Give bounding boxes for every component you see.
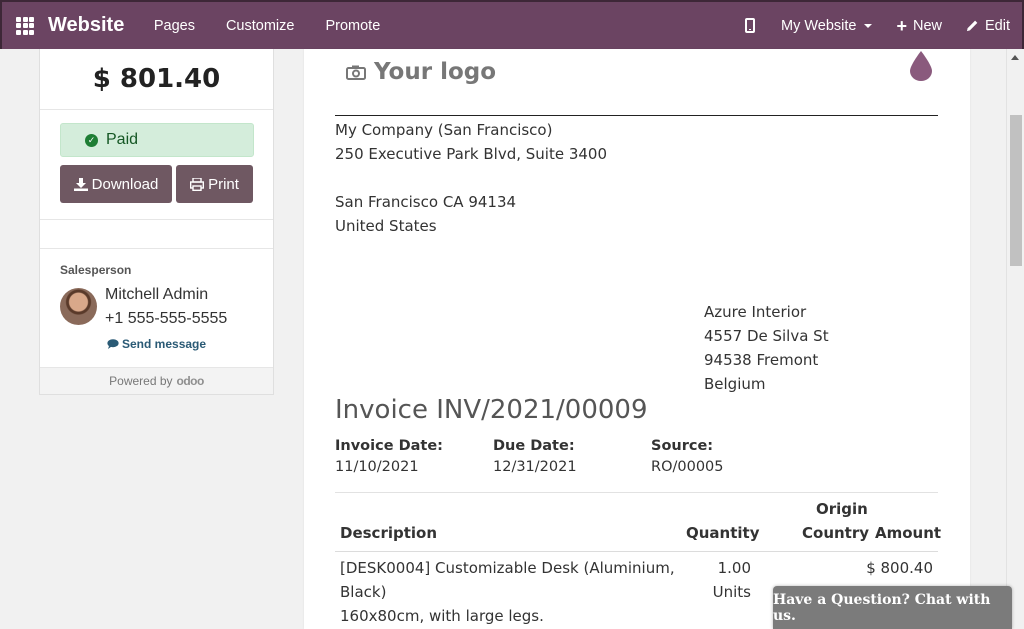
nav-customize[interactable]: Customize (210, 18, 310, 34)
line-description-note: 160x80cm, with large legs. (340, 607, 544, 625)
due-date-label: Due Date: (493, 438, 575, 454)
divider (40, 219, 273, 220)
apps-menu-icon[interactable] (16, 16, 34, 35)
company-line: My Company (San Francisco) (335, 121, 553, 139)
header-rule (335, 115, 938, 116)
due-date-value: 12/31/2021 (493, 459, 577, 475)
salesperson-heading: Salesperson (60, 263, 132, 277)
website-selector[interactable]: My Website (780, 17, 873, 34)
mobile-preview-icon[interactable] (744, 18, 755, 33)
edit-button[interactable]: Edit (966, 18, 1010, 34)
download-label: Download (91, 175, 159, 193)
comment-icon (107, 339, 119, 349)
caret-down-icon (864, 23, 873, 28)
download-button[interactable]: Download (60, 165, 172, 203)
app-brand[interactable]: Website (48, 14, 124, 37)
divider (335, 492, 938, 493)
odoo-logo[interactable]: odoo (177, 374, 205, 388)
line-unit: Units (712, 583, 751, 601)
company-line: 250 Executive Park Blvd, Suite 3400 (335, 145, 608, 163)
partner-line: 4557 De Silva St (704, 327, 829, 345)
nav-promote[interactable]: Promote (310, 18, 396, 34)
line-quantity: 1.00 Units (704, 556, 751, 604)
page-scrollbar[interactable] (1006, 49, 1024, 629)
salesperson-phone: +1 555-555-5555 (105, 310, 228, 327)
col-quantity: Quantity (686, 524, 760, 542)
company-address: My Company (San Francisco) 250 Executive… (335, 118, 607, 238)
website-editor-navbar: Website Pages Customize Promote My Websi… (0, 0, 1024, 49)
send-message-label: Send message (122, 337, 207, 351)
check-circle-icon: ✓ (85, 133, 98, 147)
print-label: Print (208, 175, 239, 193)
paid-status-badge: ✓ Paid (60, 123, 254, 157)
salesperson-avatar (60, 288, 97, 325)
print-button[interactable]: Print (176, 165, 253, 203)
customer-address: Azure Interior 4557 De Silva St 94538 Fr… (704, 300, 829, 396)
nav-pages[interactable]: Pages (138, 18, 210, 34)
status-label: Paid (106, 131, 139, 148)
invoice-date-label: Invoice Date: (335, 438, 443, 454)
line-description-text: Black) (340, 583, 387, 601)
invoice-document: Your logo My Company (San Francisco) 250… (304, 49, 970, 629)
camera-icon (346, 65, 366, 80)
invoice-date-block: Invoice Date: 11/10/2021 (335, 438, 443, 475)
source-block: Source: RO/00005 (651, 438, 724, 475)
download-icon (73, 177, 88, 191)
partner-line: 94538 Fremont (704, 351, 819, 369)
invoice-title: Invoice INV/2021/00009 (335, 395, 648, 425)
company-line (335, 166, 607, 190)
invoice-sidebar: $ 801.40 ✓ Paid Download Print Salespers… (39, 49, 274, 395)
col-origin-line2: Country (802, 524, 870, 542)
due-date-block: Due Date: 12/31/2021 (493, 438, 577, 475)
divider (40, 248, 273, 249)
company-line: San Francisco CA 94134 (335, 193, 517, 211)
edit-label: Edit (985, 17, 1010, 34)
logo-text: Your logo (374, 59, 497, 85)
line-description: [DESK0004] Customizable Desk (Aluminium,… (340, 556, 675, 628)
scroll-up-arrow-icon[interactable] (1011, 55, 1019, 60)
new-button[interactable]: + New (896, 15, 942, 36)
company-logo-placeholder: Your logo (346, 59, 496, 85)
partner-line: Azure Interior (704, 303, 807, 321)
scrollbar-thumb[interactable] (1010, 115, 1022, 266)
powered-by-footer: Powered by odoo (40, 367, 273, 394)
theme-drop-icon (910, 51, 932, 81)
line-description-text: [DESK0004] Customizable Desk (Aluminium, (340, 559, 675, 577)
col-amount: Amount (875, 524, 942, 542)
company-line: United States (335, 217, 437, 235)
table-header-rule (335, 551, 938, 552)
salesperson-name: Mitchell Admin (105, 286, 209, 303)
plus-icon: + (896, 15, 907, 36)
invoice-date-value: 11/10/2021 (335, 459, 419, 475)
source-label: Source: (651, 438, 714, 454)
col-origin-line1: Origin (816, 500, 868, 518)
pencil-icon (966, 20, 978, 32)
partner-line: Belgium (704, 375, 766, 393)
line-quantity-value: 1.00 (717, 559, 751, 577)
print-icon (190, 177, 205, 191)
col-description: Description (340, 524, 438, 542)
source-value: RO/00005 (651, 459, 724, 475)
powered-by-label: Powered by (109, 374, 173, 388)
invoice-total: $ 801.40 (40, 49, 273, 110)
line-amount: $ 800.40 (866, 559, 933, 577)
send-message-link[interactable]: Send message (107, 337, 206, 351)
new-label: New (912, 17, 942, 34)
website-selector-label: My Website (780, 17, 857, 34)
livechat-button[interactable]: Have a Question? Chat with us. (773, 586, 1012, 629)
